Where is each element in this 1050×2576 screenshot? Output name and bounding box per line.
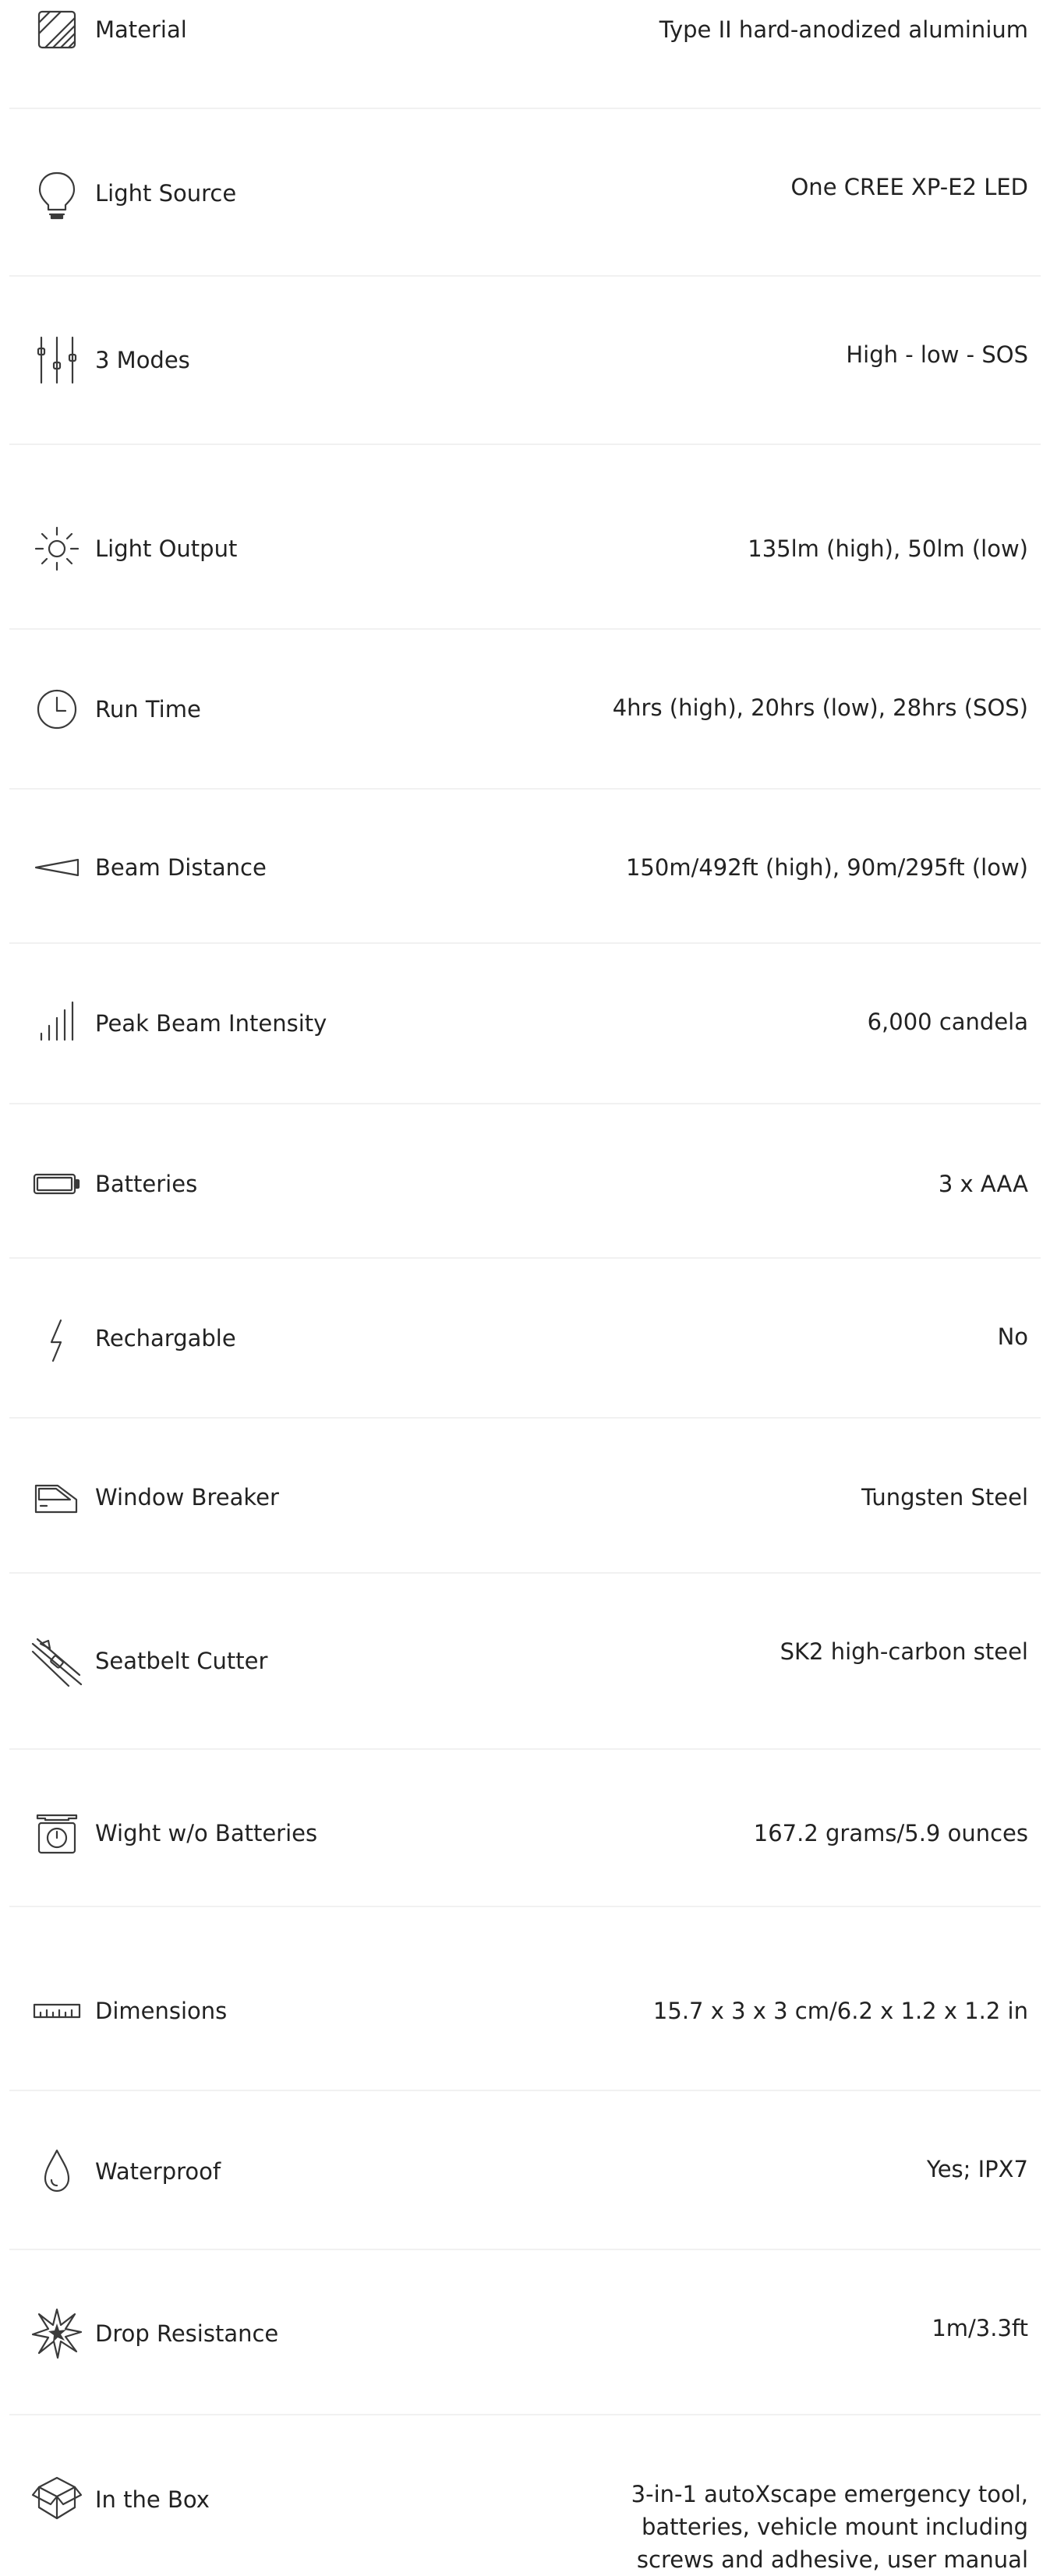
spec-value: 135lm (high), 50lm (low) — [748, 535, 1028, 562]
spec-value: 4hrs (high), 20hrs (low), 28hrs (SOS) — [612, 694, 1028, 721]
divider — [9, 788, 1041, 790]
box-icon — [30, 2472, 84, 2526]
divider — [9, 2090, 1041, 2091]
divider — [9, 2249, 1041, 2250]
spec-value: One CREE XP-E2 LED — [790, 174, 1028, 200]
spec-label: Seatbelt Cutter — [95, 1648, 268, 1674]
bulb-icon — [30, 167, 84, 221]
spec-label: Material — [95, 16, 187, 43]
spec-label: Light Output — [95, 535, 238, 562]
sun-icon — [30, 521, 84, 576]
spec-value: 15.7 x 3 x 3 cm/6.2 x 1.2 x 1.2 in — [652, 1998, 1028, 2024]
spec-value: 3 x AAA — [938, 1171, 1028, 1197]
divider — [9, 1748, 1041, 1750]
clock-icon — [30, 682, 84, 737]
divider — [9, 1257, 1041, 1259]
impact-icon — [30, 2306, 84, 2361]
spec-label: Wight w/o Batteries — [95, 1820, 318, 1846]
divider — [9, 1417, 1041, 1419]
spec-label: Rechargable — [95, 1325, 236, 1352]
spec-value: 6,000 candela — [867, 1009, 1028, 1035]
spec-label: Waterproof — [95, 2158, 221, 2185]
divider — [9, 108, 1041, 109]
spec-label: Dimensions — [95, 1998, 228, 2024]
signal-bars-icon — [30, 995, 84, 1049]
divider — [9, 275, 1041, 277]
spec-value: Tungsten Steel — [861, 1484, 1028, 1511]
spec-value: 150m/492ft (high), 90m/295ft (low) — [625, 854, 1028, 881]
spec-label: Run Time — [95, 696, 201, 723]
beam-icon — [30, 840, 84, 895]
spec-value: No — [997, 1323, 1028, 1350]
spec-label: Window Breaker — [95, 1484, 279, 1511]
battery-icon — [30, 1157, 84, 1211]
spec-label: Beam Distance — [95, 854, 267, 881]
divider — [9, 628, 1041, 630]
ruler-icon — [30, 1984, 84, 2038]
spec-label: In the Box — [95, 2486, 210, 2513]
spec-label: Drop Resistance — [95, 2320, 279, 2347]
spec-value: 1m/3.3ft — [932, 2315, 1028, 2341]
divider — [9, 942, 1041, 944]
spec-label: 3 Modes — [95, 347, 190, 373]
water-drop-icon — [30, 2144, 84, 2199]
divider — [9, 1906, 1041, 1907]
spec-label: Batteries — [95, 1171, 198, 1197]
spec-label: Light Source — [95, 180, 237, 207]
spec-value: Yes; IPX7 — [926, 2156, 1028, 2182]
spec-value: 167.2 grams/5.9 ounces — [753, 1820, 1028, 1846]
divider — [9, 1572, 1041, 1574]
sliders-icon — [30, 333, 84, 387]
material-icon — [30, 2, 84, 57]
divider — [9, 1103, 1041, 1104]
spec-value: 3-in-1 autoXscape emergency tool, batter… — [631, 2481, 1028, 2573]
spec-value: Type II hard-anodized aluminium — [659, 16, 1028, 43]
car-window-icon — [30, 1470, 84, 1525]
spec-value: High - low - SOS — [846, 341, 1028, 368]
spec-label: Peak Beam Intensity — [95, 1010, 327, 1037]
lightning-icon — [30, 1313, 84, 1367]
scale-icon — [30, 1806, 84, 1860]
divider — [9, 443, 1041, 445]
spec-value: SK2 high-carbon steel — [780, 1638, 1028, 1665]
divider — [9, 2414, 1041, 2415]
seatbelt-cutter-icon — [30, 1636, 84, 1691]
